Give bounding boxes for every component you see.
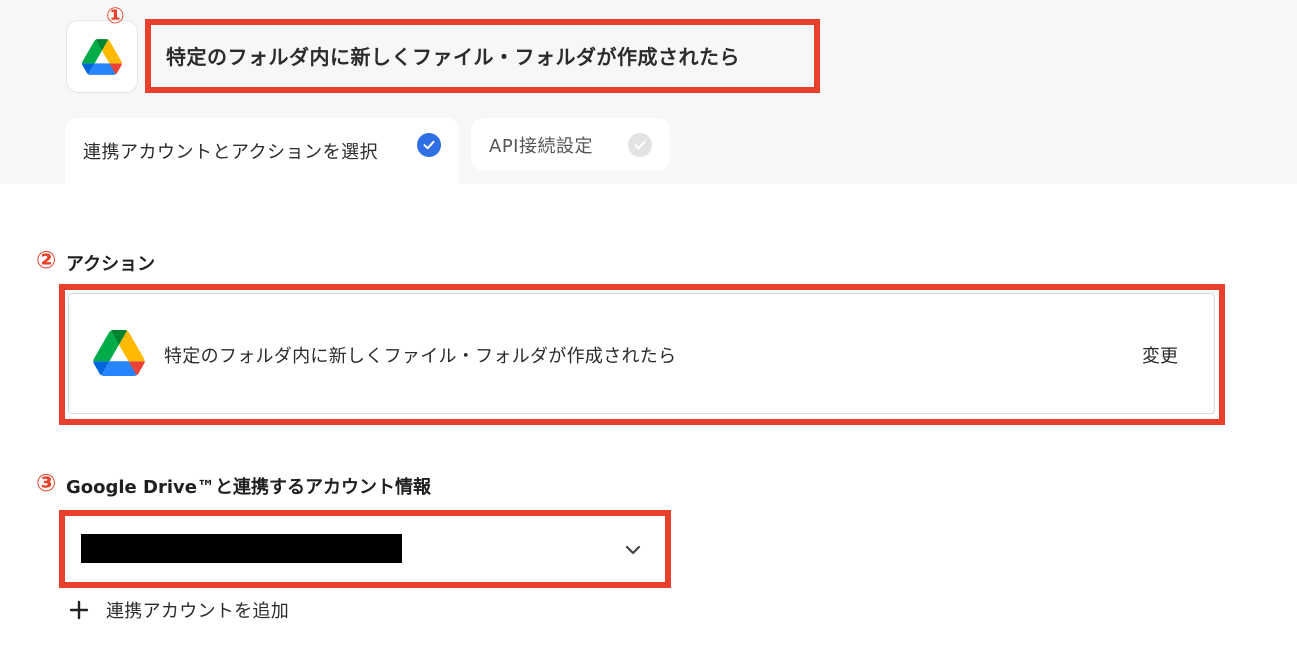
- google-drive-icon: [93, 330, 145, 376]
- plus-icon: [69, 600, 89, 620]
- annotation-3: ③: [36, 469, 57, 497]
- tab-label: 連携アカウントとアクションを選択: [83, 142, 379, 163]
- add-account-label: 連携アカウントを追加: [106, 601, 289, 622]
- annotation-2: ②: [36, 246, 57, 274]
- add-account-button[interactable]: 連携アカウントを追加: [68, 596, 289, 624]
- page-title: 特定のフォルダ内に新しくファイル・フォルダが作成されたら: [166, 45, 740, 69]
- google-drive-icon: [82, 38, 122, 75]
- check-icon: [628, 133, 652, 157]
- account-section-label: Google Drive™と連携するアカウント情報: [66, 477, 431, 498]
- annotation-1: ①: [106, 4, 125, 29]
- tab-account-and-action[interactable]: 連携アカウントとアクションを選択: [65, 118, 459, 184]
- action-name: 特定のフォルダ内に新しくファイル・フォルダが作成されたら: [164, 346, 677, 367]
- app-icon-container: [66, 20, 138, 93]
- tab-api-connection[interactable]: API接続設定: [471, 118, 670, 171]
- chevron-down-icon[interactable]: [622, 540, 644, 560]
- action-section-label: アクション: [66, 254, 156, 275]
- redacted-account-value: [81, 534, 402, 563]
- check-icon: [417, 133, 441, 157]
- tab-label: API接続設定: [489, 135, 593, 157]
- change-action-button[interactable]: 変更: [1142, 342, 1178, 368]
